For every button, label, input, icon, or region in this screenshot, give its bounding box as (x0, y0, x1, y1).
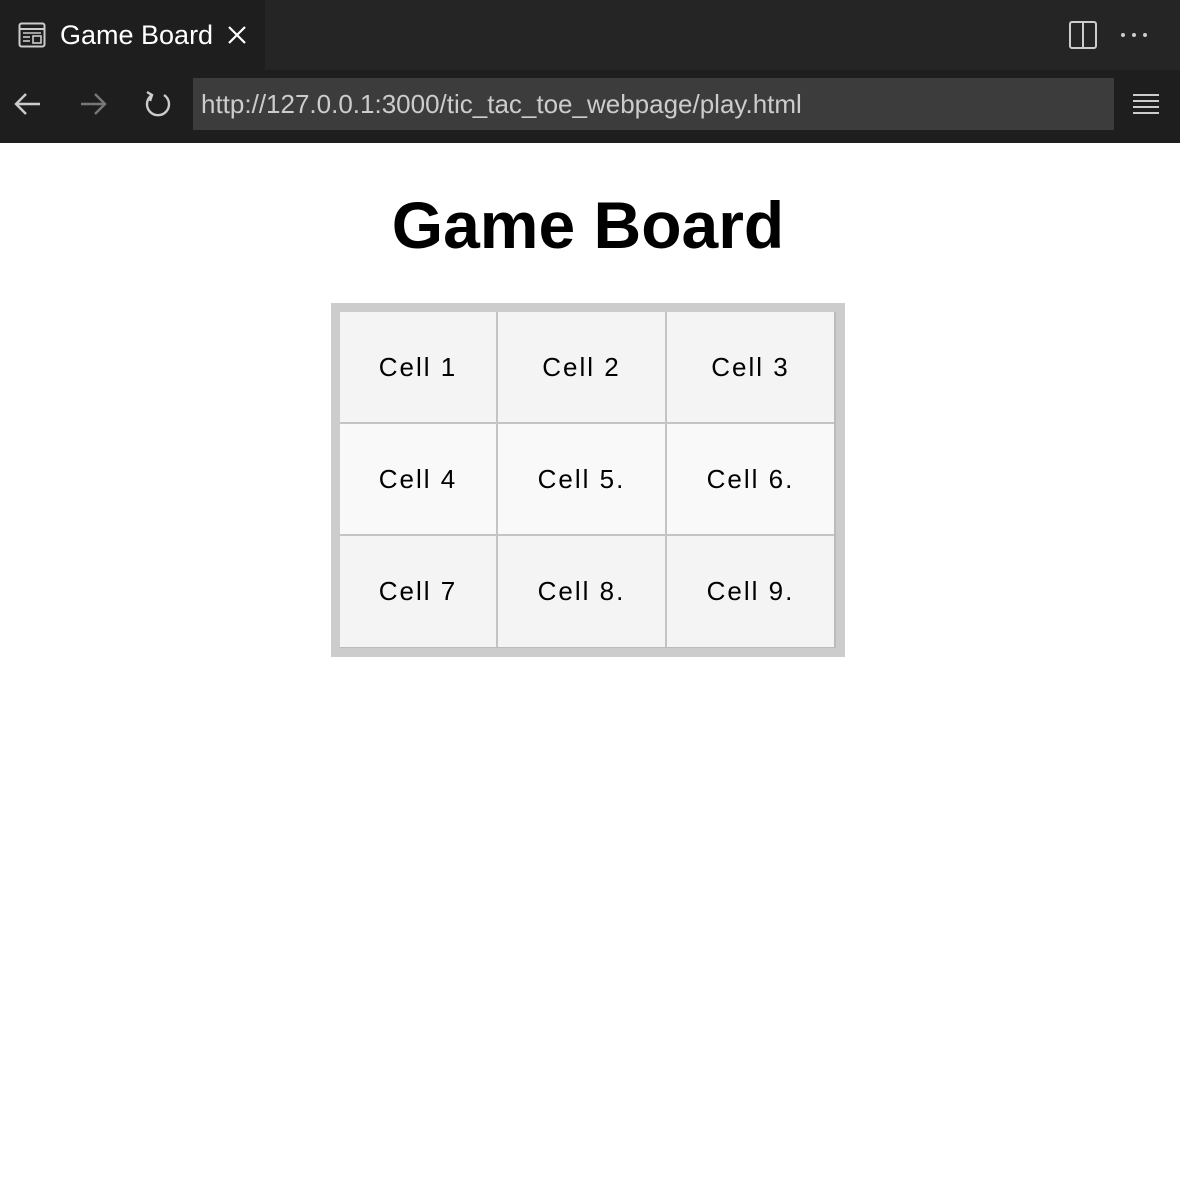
close-icon[interactable] (224, 22, 250, 48)
board-cell-1[interactable]: Cell 1 (340, 312, 498, 424)
more-actions-icon[interactable] (1118, 20, 1150, 50)
board-cell-5[interactable]: Cell 5. (498, 424, 667, 536)
arrow-right-icon[interactable] (77, 88, 109, 120)
page-title: Game Board (391, 188, 785, 262)
board-cell-6[interactable]: Cell 6. (667, 424, 834, 536)
page-content: Game Board Cell 1 Cell 2 Cell 3 Cell 4 C… (0, 143, 1180, 1196)
preview-icon (18, 22, 46, 48)
reload-icon[interactable] (142, 88, 174, 120)
navigation-bar (0, 70, 1180, 143)
game-board: Cell 1 Cell 2 Cell 3 Cell 4 Cell 5. Cell… (331, 303, 845, 657)
tab-bar: Game Board (0, 0, 1180, 70)
board-cell-9[interactable]: Cell 9. (667, 536, 834, 647)
menu-icon[interactable] (1131, 90, 1161, 120)
url-input[interactable] (193, 78, 1114, 130)
split-editor-icon[interactable] (1068, 20, 1098, 50)
board-cell-2[interactable]: Cell 2 (498, 312, 667, 424)
tab-game-board[interactable]: Game Board (0, 0, 265, 70)
tab-title: Game Board (60, 20, 214, 50)
board-cell-8[interactable]: Cell 8. (498, 536, 667, 647)
board-cell-3[interactable]: Cell 3 (667, 312, 834, 424)
board-cell-4[interactable]: Cell 4 (340, 424, 498, 536)
arrow-left-icon[interactable] (12, 88, 44, 120)
board-cell-7[interactable]: Cell 7 (340, 536, 498, 647)
game-board-grid: Cell 1 Cell 2 Cell 3 Cell 4 Cell 5. Cell… (340, 312, 836, 648)
